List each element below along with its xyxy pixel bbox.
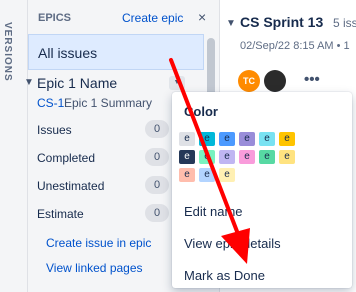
menu-item-view-epic-details[interactable]: View epic details [172, 228, 352, 260]
chevron-down-icon[interactable]: ▼ [24, 77, 34, 88]
color-swatch[interactable]: e [219, 132, 235, 146]
sprint-issue-count: 5 issue [333, 16, 356, 30]
close-icon[interactable]: × [198, 9, 206, 25]
color-swatch[interactable]: e [219, 168, 235, 182]
color-swatch[interactable]: e [259, 132, 275, 146]
color-section-title: Color [184, 104, 218, 119]
epic-key-link[interactable]: CS-1 [37, 96, 64, 110]
stat-label: Unestimated [37, 179, 105, 193]
sprint-name: CS Sprint 13 [240, 14, 324, 30]
epic-name[interactable]: Epic 1 Name [37, 75, 117, 91]
epic-summary: Epic 1 Summary [64, 96, 153, 110]
color-swatch[interactable]: e [239, 150, 255, 164]
view-linked-pages-link[interactable]: View linked pages [46, 261, 143, 275]
stat-label: Completed [37, 151, 96, 165]
stat-badge: 0 [145, 148, 169, 166]
color-swatch[interactable]: e [199, 168, 215, 182]
color-swatch[interactable]: e [199, 132, 215, 146]
versions-label[interactable]: VERSIONS [2, 22, 13, 82]
color-swatch[interactable]: e [259, 150, 275, 164]
all-issues-item[interactable]: All issues [28, 34, 204, 70]
avatar-photo[interactable] [264, 70, 286, 92]
versions-panel[interactable]: VERSIONS [0, 0, 28, 292]
create-epic-link[interactable]: Create epic [122, 11, 183, 25]
color-swatch[interactable]: e [279, 132, 295, 146]
color-swatch[interactable]: e [239, 132, 255, 146]
color-swatch[interactable]: e [179, 150, 195, 164]
color-swatch[interactable]: e [279, 150, 295, 164]
chevron-down-icon[interactable]: ▼ [226, 18, 236, 29]
stat-badge: 0 [145, 204, 169, 222]
epics-title: EPICS [38, 12, 72, 24]
epic-menu-toggle-icon[interactable]: ▼ [169, 76, 185, 90]
stat-badge: 0 [145, 176, 169, 194]
color-swatch[interactable]: e [219, 150, 235, 164]
stat-badge: 0 [145, 120, 169, 138]
stat-label: Estimate [37, 207, 84, 221]
menu-item-mark-as-done[interactable]: Mark as Done [172, 260, 352, 292]
epic-actions-menu: Color e e e e e e e e e e e e e e e Edit… [172, 92, 352, 288]
menu-item-edit-name[interactable]: Edit name [172, 196, 352, 228]
avatar[interactable]: TC [238, 70, 260, 92]
sprint-date: 02/Sep/22 8:15 AM • 1 [240, 40, 350, 52]
more-icon[interactable]: ••• [304, 71, 320, 88]
stat-label: Issues [37, 123, 72, 137]
color-swatch[interactable]: e [199, 150, 215, 164]
color-swatch[interactable]: e [179, 168, 195, 182]
create-issue-in-epic-link[interactable]: Create issue in epic [46, 236, 151, 250]
color-swatch[interactable]: e [179, 132, 195, 146]
